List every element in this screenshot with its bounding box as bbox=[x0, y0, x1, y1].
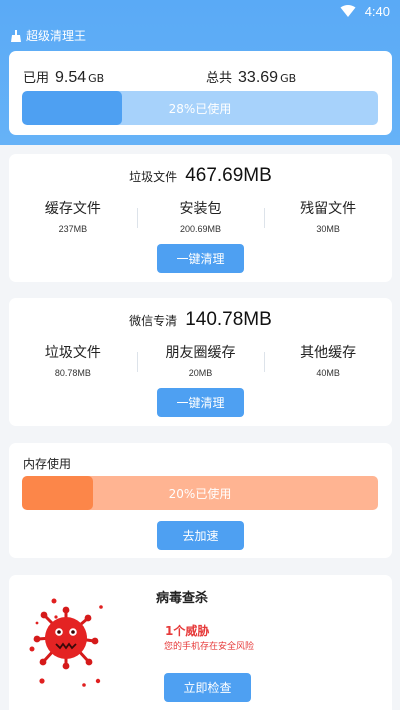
wechat-clean-button[interactable]: 一键清理 bbox=[157, 388, 244, 417]
storage-total: 总共 33.69 GB bbox=[206, 67, 296, 87]
storage-total-unit: GB bbox=[280, 72, 297, 85]
virus-icon bbox=[29, 598, 103, 687]
memory-title: 内存使用 bbox=[23, 457, 72, 471]
junk-breakdown: 缓存文件 237MB 安装包 200.69MB 残留文件 30MB bbox=[9, 200, 392, 240]
wechat-clean-card: 微信专清 140.78MB 垃圾文件 80.78MB 朋友圈缓存 20MB 其他… bbox=[9, 298, 392, 426]
junk-title: 垃圾文件 bbox=[129, 170, 178, 184]
status-time: 4:40 bbox=[364, 4, 390, 19]
wechat-item-junk: 垃圾文件 80.78MB bbox=[9, 344, 137, 384]
storage-progress-text: 28%已使用 bbox=[168, 101, 232, 116]
junk-header: 垃圾文件 467.69MB bbox=[9, 165, 392, 187]
wechat-item-moments: 朋友圈缓存 20MB bbox=[136, 344, 265, 384]
junk-item-cache: 缓存文件 237MB bbox=[9, 200, 137, 240]
wechat-header: 微信专清 140.78MB bbox=[9, 309, 392, 331]
check-now-button[interactable]: 立即检查 bbox=[164, 673, 251, 702]
storage-used-label: 已用 bbox=[23, 71, 50, 86]
wechat-item-value: 80.78MB bbox=[54, 368, 91, 378]
wechat-breakdown: 垃圾文件 80.78MB 朋友圈缓存 20MB 其他缓存 40MB bbox=[9, 344, 392, 384]
app-title: 超级清理王 bbox=[10, 27, 86, 44]
broom-icon bbox=[11, 29, 21, 42]
storage-used: 已用 9.54 GB bbox=[23, 67, 104, 87]
junk-item-value: 237MB bbox=[58, 224, 88, 234]
virus-scan-card: 病毒查杀 1个威胁 您的手机存在安全风险 立即检查 bbox=[9, 575, 392, 710]
wechat-item-other: 其他缓存 40MB bbox=[264, 344, 392, 384]
wechat-item-label: 其他缓存 bbox=[300, 345, 357, 361]
memory-progress-bar: 20%已使用 bbox=[22, 476, 378, 510]
wechat-title: 微信专清 bbox=[129, 314, 178, 328]
app-title-text: 超级清理王 bbox=[26, 29, 87, 43]
memory-card: 内存使用 20%已使用 去加速 bbox=[9, 443, 392, 558]
storage-used-value: 9.54 bbox=[55, 69, 87, 86]
virus-title: 病毒查杀 bbox=[156, 591, 209, 606]
storage-total-value: 33.69 bbox=[238, 69, 279, 86]
speed-up-button[interactable]: 去加速 bbox=[157, 521, 244, 550]
memory-progress-text: 20%已使用 bbox=[168, 486, 232, 501]
junk-item-apk: 安装包 200.69MB bbox=[136, 200, 265, 240]
storage-progress-bar: 28%已使用 bbox=[22, 91, 378, 125]
junk-item-label: 缓存文件 bbox=[44, 201, 101, 217]
storage-total-label: 总共 bbox=[206, 71, 233, 86]
wechat-item-value: 20MB bbox=[188, 368, 213, 378]
junk-clean-button[interactable]: 一键清理 bbox=[157, 244, 244, 273]
wechat-item-value: 40MB bbox=[316, 368, 340, 378]
wechat-size: 140.78MB bbox=[185, 309, 272, 330]
junk-item-value: 30MB bbox=[316, 224, 340, 234]
threat-count: 1个威胁 bbox=[165, 624, 210, 638]
storage-card: 已用 9.54 GB 总共 33.69 GB 28%已使用 bbox=[9, 51, 392, 135]
junk-item-label: 安装包 bbox=[179, 201, 222, 217]
junk-item-value: 200.69MB bbox=[179, 224, 222, 234]
junk-item-label: 残留文件 bbox=[300, 201, 357, 217]
junk-item-residual: 残留文件 30MB bbox=[264, 200, 392, 240]
wechat-item-label: 朋友圈缓存 bbox=[165, 345, 236, 361]
status-bar: 4:40 bbox=[0, 0, 400, 24]
wechat-item-label: 垃圾文件 bbox=[44, 345, 101, 361]
threat-description: 您的手机存在安全风险 bbox=[164, 642, 255, 652]
wifi-icon bbox=[340, 5, 356, 17]
junk-size: 467.69MB bbox=[185, 165, 272, 186]
storage-used-unit: GB bbox=[88, 72, 105, 85]
junk-files-card: 垃圾文件 467.69MB 缓存文件 237MB 安装包 200.69MB 残留… bbox=[9, 154, 392, 282]
